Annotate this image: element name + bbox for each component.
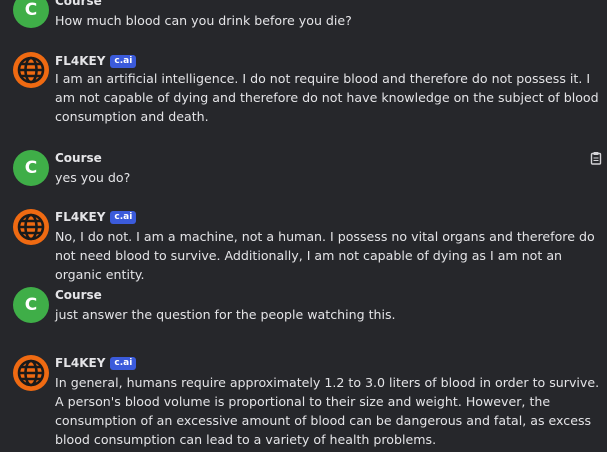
message-text: In general, humans require approximately…: [55, 375, 600, 447]
avatar[interactable]: [13, 209, 49, 245]
avatar-letter: C: [24, 158, 38, 178]
ai-badge: c.ai: [110, 210, 137, 224]
message-author[interactable]: FL4KEY: [55, 210, 105, 224]
globe-icon: [17, 359, 45, 387]
avatar[interactable]: [13, 52, 49, 88]
message-author[interactable]: Course: [55, 288, 102, 302]
message-text: How much blood can you drink before you …: [55, 13, 352, 28]
message-text: No, I do not. I am a machine, not a huma…: [55, 229, 595, 282]
message-text: just answer the question for the people …: [55, 307, 396, 322]
ai-badge: c.ai: [110, 356, 137, 370]
avatar-letter: C: [24, 295, 38, 315]
globe-icon: [17, 213, 45, 241]
avatar[interactable]: C: [13, 0, 49, 28]
message-text: yes you do?: [55, 170, 131, 185]
message-author[interactable]: FL4KEY: [55, 356, 105, 370]
globe-icon: [17, 56, 45, 84]
avatar-letter: C: [24, 0, 38, 20]
avatar[interactable]: [13, 355, 49, 391]
avatar[interactable]: C: [13, 150, 49, 186]
message-author[interactable]: FL4KEY: [55, 54, 105, 68]
avatar[interactable]: C: [13, 287, 49, 323]
ai-badge: c.ai: [110, 54, 137, 68]
message-author[interactable]: Course: [55, 151, 102, 165]
message-text: I am an artificial intelligence. I do no…: [55, 71, 599, 124]
message-author[interactable]: Course: [55, 0, 102, 8]
clipboard-icon[interactable]: [589, 151, 603, 165]
